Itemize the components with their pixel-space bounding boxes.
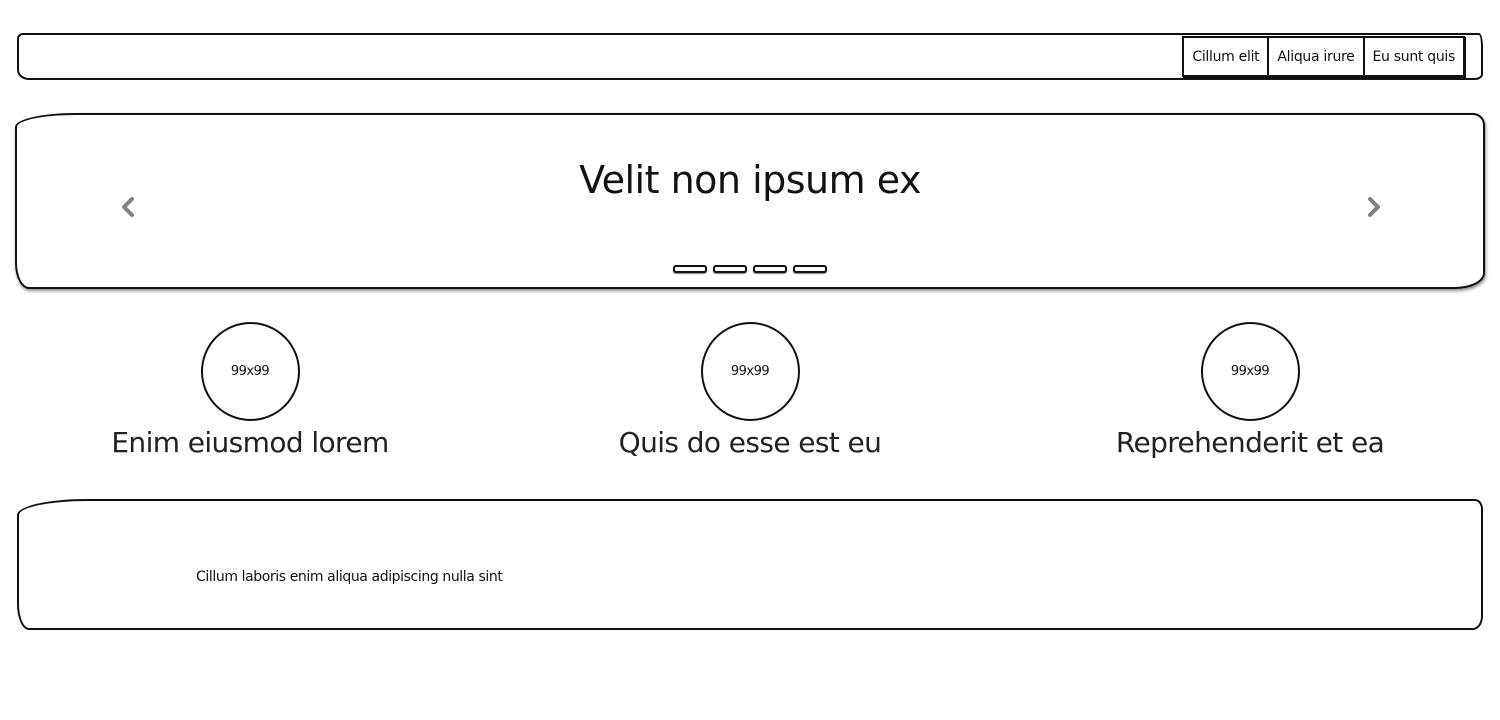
- feature-card: 99x99 Quis do esse est eu: [550, 322, 950, 461]
- nav-menu: Cillum elit Aliqua irure Eu sunt quis: [1182, 36, 1465, 77]
- carousel-indicator-2[interactable]: [713, 265, 747, 273]
- feature-image-placeholder: 99x99: [200, 322, 300, 421]
- feature-image-placeholder: 99x99: [700, 322, 800, 421]
- feature-title: Enim eiusmod lorem: [111, 426, 389, 459]
- carousel-indicators: [673, 265, 827, 273]
- nav-item-cillum-elit[interactable]: Cillum elit: [1182, 36, 1270, 77]
- feature-card: 99x99 Enim eiusmod lorem: [50, 322, 450, 461]
- carousel-indicator-3[interactable]: [753, 265, 787, 273]
- carousel-next-button[interactable]: [1363, 191, 1385, 223]
- feature-card: 99x99 Reprehenderit et ea: [1050, 322, 1450, 461]
- carousel-indicator-4[interactable]: [793, 265, 827, 273]
- panel-text: Cillum laboris enim aliqua adipiscing nu…: [196, 569, 503, 585]
- chevron-right-icon: [1368, 197, 1380, 217]
- feature-image-placeholder: 99x99: [1200, 322, 1300, 421]
- top-navbar: Cillum elit Aliqua irure Eu sunt quis: [17, 33, 1483, 80]
- chevron-left-icon: [122, 197, 134, 217]
- feature-title: Quis do esse est eu: [618, 426, 882, 459]
- feature-title: Reprehenderit et ea: [1115, 426, 1385, 459]
- nav-item-eu-sunt-quis[interactable]: Eu sunt quis: [1362, 36, 1465, 77]
- text-panel: Cillum laboris enim aliqua adipiscing nu…: [17, 499, 1483, 630]
- hero-carousel: Velit non ipsum ex: [15, 113, 1485, 289]
- hero-title: Velit non ipsum ex: [579, 158, 921, 202]
- carousel-indicator-1[interactable]: [673, 265, 707, 273]
- nav-item-aliqua-irure[interactable]: Aliqua irure: [1267, 36, 1365, 77]
